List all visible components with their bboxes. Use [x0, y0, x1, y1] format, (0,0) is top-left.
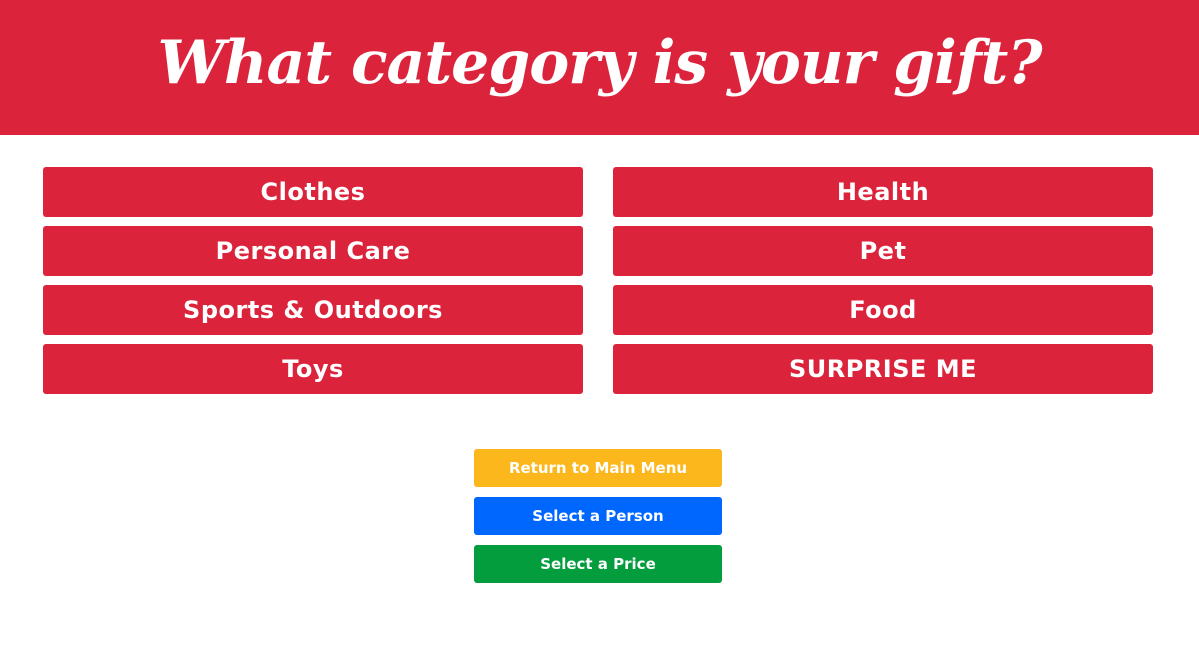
category-button-personal-care[interactable]: Personal Care	[43, 226, 583, 276]
category-button-pet[interactable]: Pet	[613, 226, 1153, 276]
navigation-actions: Return to Main Menu Select a Person Sele…	[474, 449, 722, 583]
select-person-button[interactable]: Select a Person	[474, 497, 722, 535]
category-button-health[interactable]: Health	[613, 167, 1153, 217]
category-grid: Clothes Health Personal Care Pet Sports …	[43, 167, 1153, 394]
category-button-clothes[interactable]: Clothes	[43, 167, 583, 217]
category-button-sports-outdoors[interactable]: Sports & Outdoors	[43, 285, 583, 335]
return-to-main-menu-button[interactable]: Return to Main Menu	[474, 449, 722, 487]
select-price-button[interactable]: Select a Price	[474, 545, 722, 583]
category-button-surprise-me[interactable]: SURPRISE ME	[613, 344, 1153, 394]
category-button-food[interactable]: Food	[613, 285, 1153, 335]
category-button-toys[interactable]: Toys	[43, 344, 583, 394]
page-title: What category is your gift?	[157, 27, 1042, 98]
page-header: What category is your gift?	[0, 0, 1199, 135]
